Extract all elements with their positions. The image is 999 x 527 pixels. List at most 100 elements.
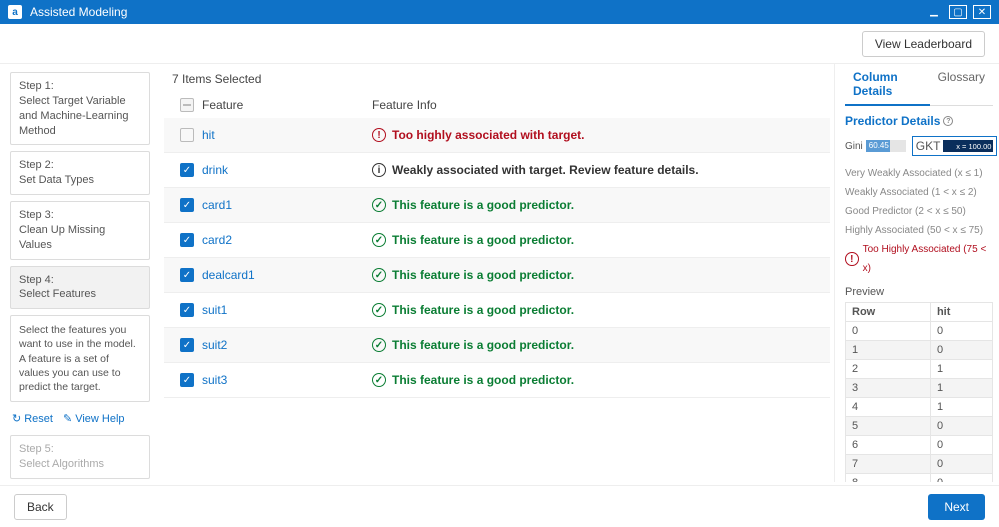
feature-name-link[interactable]: suit3 xyxy=(202,373,227,387)
maximize-button[interactable]: ▢ xyxy=(949,5,967,19)
preview-row: 50 xyxy=(846,417,993,436)
feature-name-link[interactable]: card2 xyxy=(202,233,232,247)
feature-row: ✓ suit3 ✓This feature is a good predictor. xyxy=(164,363,830,398)
step-2[interactable]: Step 2: Set Data Types xyxy=(10,151,150,195)
preview-row: 80 xyxy=(846,474,993,483)
footer: Back Next xyxy=(0,485,999,527)
feature-info: ✓This feature is a good predictor. xyxy=(372,373,822,387)
legend: Very Weakly Associated (x ≤ 1) Weakly As… xyxy=(845,164,993,278)
step-5-num: Step 5: xyxy=(19,442,141,457)
preview-header-row: Row xyxy=(846,303,931,322)
check-icon: ✓ xyxy=(372,373,386,387)
feature-checkbox[interactable]: ✓ xyxy=(180,373,194,387)
preview-row-index: 1 xyxy=(846,341,931,360)
legend-high: Highly Associated (50 < x ≤ 75) xyxy=(845,221,993,240)
preview-row: 31 xyxy=(846,379,993,398)
feature-info: ✓This feature is a good predictor. xyxy=(372,338,822,352)
feature-checkbox[interactable]: ✓ xyxy=(180,233,194,247)
feature-info-text: This feature is a good predictor. xyxy=(392,233,574,247)
title-bar: a Assisted Modeling ▁ ▢ ✕ xyxy=(0,0,999,24)
tab-glossary[interactable]: Glossary xyxy=(930,64,993,105)
feature-row: ✓ suit1 ✓ This feature is a good predictor. xyxy=(164,293,830,328)
preview-row-index: 3 xyxy=(846,379,931,398)
feature-checkbox[interactable]: ✓ xyxy=(180,198,194,212)
feature-row: ✓ suit2 ✓This feature is a good predictor. xyxy=(164,328,830,363)
feature-info: ✓ This feature is a good predictor. xyxy=(372,303,822,317)
feature-name-link[interactable]: card1 xyxy=(202,198,232,212)
step-3-num: Step 3: xyxy=(19,208,141,223)
feature-row: ✓ card1 ✓This feature is a good predictor. xyxy=(164,188,830,223)
help-icon: ✎ xyxy=(63,412,72,425)
check-icon: ✓ xyxy=(372,233,386,247)
minimize-button[interactable]: ▁ xyxy=(925,5,943,19)
feature-name-link[interactable]: dealcard1 xyxy=(202,268,255,282)
preview-row-value: 0 xyxy=(930,455,992,474)
preview-row-value: 0 xyxy=(930,436,992,455)
preview-row-value: 0 xyxy=(930,474,992,483)
feature-name-link[interactable]: drink xyxy=(202,163,228,177)
feature-checkbox[interactable]: ✓ xyxy=(180,303,194,317)
gini-metric: Gini 60.45 xyxy=(845,140,906,152)
feature-name-link[interactable]: suit2 xyxy=(202,338,227,352)
preview-row-value: 1 xyxy=(930,379,992,398)
tab-column-details[interactable]: Column Details xyxy=(845,64,930,106)
info-icon: i xyxy=(372,163,386,177)
feature-panel: 7 Items Selected Feature Feature Info hi… xyxy=(160,64,834,482)
feature-info-text: This feature is a good predictor. xyxy=(392,338,574,352)
view-help-link[interactable]: ✎View Help xyxy=(63,412,125,425)
view-leaderboard-button[interactable]: View Leaderboard xyxy=(862,31,985,57)
step-1[interactable]: Step 1: Select Target Variable and Machi… xyxy=(10,72,150,145)
feature-info-text: Weakly associated with target. Review fe… xyxy=(392,163,699,177)
step-3-text: Clean Up Missing Values xyxy=(19,223,141,253)
feature-row: ✓ drink i Weakly associated with target. Re… xyxy=(164,153,830,188)
preview-row: 60 xyxy=(846,436,993,455)
feature-checkbox[interactable]: ✓ xyxy=(180,268,194,282)
feature-row: ✓ card2 ✓ This feature is a good predictor. xyxy=(164,223,830,258)
selection-count: 7 Items Selected xyxy=(172,72,830,86)
info-icon[interactable]: ? xyxy=(943,116,953,126)
feature-info: ✓ This feature is a good predictor. xyxy=(372,233,822,247)
next-button[interactable]: Next xyxy=(928,494,985,520)
feature-checkbox[interactable] xyxy=(180,128,194,142)
preview-table: Row hit 00102131415060708090 xyxy=(845,302,993,482)
preview-header-col: hit xyxy=(930,303,992,322)
preview-row-value: 0 xyxy=(930,341,992,360)
predictor-details-title: Predictor Details ? xyxy=(845,114,993,128)
step-5-text: Select Algorithms xyxy=(19,457,141,472)
feature-info: ✓This feature is a good predictor. xyxy=(372,268,822,282)
preview-row-value: 0 xyxy=(930,417,992,436)
header-feature-info: Feature Info xyxy=(372,98,822,112)
feature-info-text: This feature is a good predictor. xyxy=(392,303,574,317)
feature-info-text: Too highly associated with target. xyxy=(392,128,584,142)
details-panel: Column Details Glossary Predictor Detail… xyxy=(834,64,999,482)
error-icon: ! xyxy=(845,252,859,266)
back-button[interactable]: Back xyxy=(14,494,67,520)
select-all-checkbox[interactable] xyxy=(180,98,194,112)
reset-link[interactable]: ↻Reset xyxy=(12,412,53,425)
window-title: Assisted Modeling xyxy=(30,5,925,19)
preview-title: Preview xyxy=(845,286,993,298)
check-icon: ✓ xyxy=(372,303,386,317)
feature-checkbox[interactable]: ✓ xyxy=(180,163,194,177)
feature-name-link[interactable]: hit xyxy=(202,128,215,142)
step-4[interactable]: Step 4: Select Features xyxy=(10,266,150,310)
feature-info: !Too highly associated with target. xyxy=(372,128,822,142)
legend-very-weak: Very Weakly Associated (x ≤ 1) xyxy=(845,164,993,183)
step-1-text: Select Target Variable and Machine-Learn… xyxy=(19,94,141,139)
preview-row-value: 1 xyxy=(930,398,992,417)
gkt-metric: GKT x = 100.00 xyxy=(912,136,998,156)
feature-info-text: This feature is a good predictor. xyxy=(392,198,574,212)
preview-row-index: 4 xyxy=(846,398,931,417)
gkt-label: GKT xyxy=(916,139,941,153)
gini-label: Gini xyxy=(845,141,863,152)
feature-name-link[interactable]: suit1 xyxy=(202,303,227,317)
step-5: Step 5: Select Algorithms xyxy=(10,435,150,479)
step-3[interactable]: Step 3: Clean Up Missing Values xyxy=(10,201,150,260)
step-4-num: Step 4: xyxy=(19,273,141,288)
feature-checkbox[interactable]: ✓ xyxy=(180,338,194,352)
close-button[interactable]: ✕ xyxy=(973,5,991,19)
preview-row-value: 1 xyxy=(930,360,992,379)
step-note: Select the features you want to use in t… xyxy=(10,315,150,402)
feature-info: ✓This feature is a good predictor. xyxy=(372,198,822,212)
app-logo: a xyxy=(8,5,22,19)
